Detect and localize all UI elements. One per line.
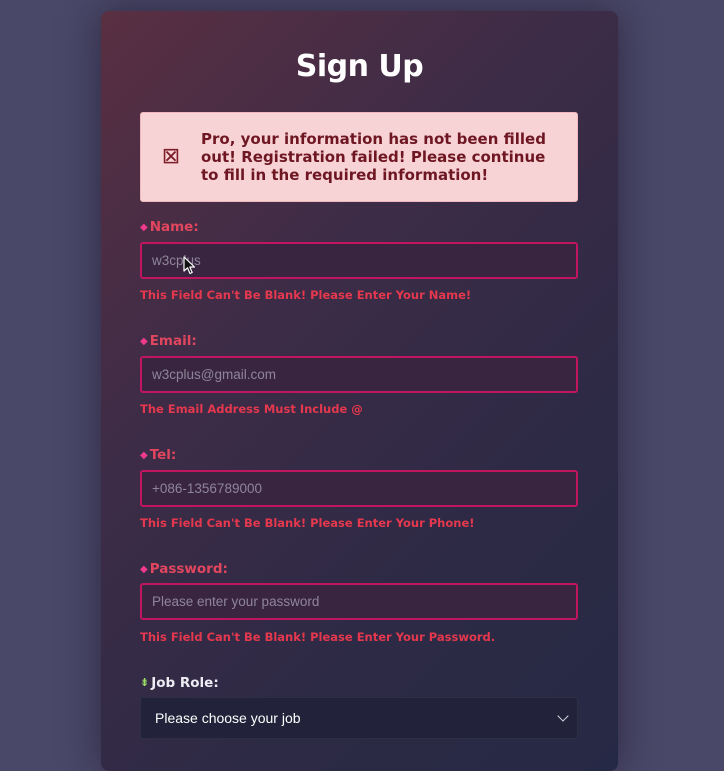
chevron-down-icon (557, 710, 569, 722)
job-role-selected: Please choose your job (155, 710, 301, 726)
required-marker-icon: ◆ (140, 450, 148, 461)
arrow-down-icon: ⇟ (140, 676, 150, 689)
alert-message: Pro, your information has not been fille… (201, 130, 546, 184)
name-label-text: Name: (149, 219, 199, 235)
name-label: ◆ Name: (140, 218, 199, 237)
email-input[interactable] (140, 356, 578, 393)
email-label: ◆ Email: (140, 332, 197, 351)
email-label-text: Email: (149, 333, 197, 349)
mouse-pointer-icon (183, 256, 196, 275)
close-box-icon: ⊠ (161, 144, 181, 169)
tel-label: ◆ Tel: (140, 446, 176, 465)
signup-card: Sign Up ⊠ Pro, your information has not … (101, 11, 618, 771)
required-marker-icon: ◆ (140, 564, 148, 575)
password-error: This Field Can't Be Blank! Please Enter … (140, 630, 496, 644)
tel-label-text: Tel: (149, 447, 177, 463)
email-error: The Email Address Must Include @ (140, 402, 363, 416)
name-input[interactable] (140, 242, 578, 279)
page-title: Sign Up (295, 49, 424, 84)
error-alert: ⊠ Pro, your information has not been fil… (140, 112, 578, 202)
password-input[interactable] (140, 583, 578, 620)
job-role-label-text: Job Role: (151, 675, 219, 691)
password-label: ◆ Password: (140, 560, 228, 579)
job-role-label: ⇟ Job Role: (140, 674, 219, 692)
required-marker-icon: ◆ (140, 336, 148, 347)
name-error: This Field Can't Be Blank! Please Enter … (140, 288, 472, 302)
tel-input[interactable] (140, 470, 578, 507)
required-marker-icon: ◆ (140, 222, 148, 233)
tel-error: This Field Can't Be Blank! Please Enter … (140, 516, 475, 530)
job-role-select[interactable]: Please choose your job (140, 697, 578, 739)
password-label-text: Password: (149, 561, 228, 577)
